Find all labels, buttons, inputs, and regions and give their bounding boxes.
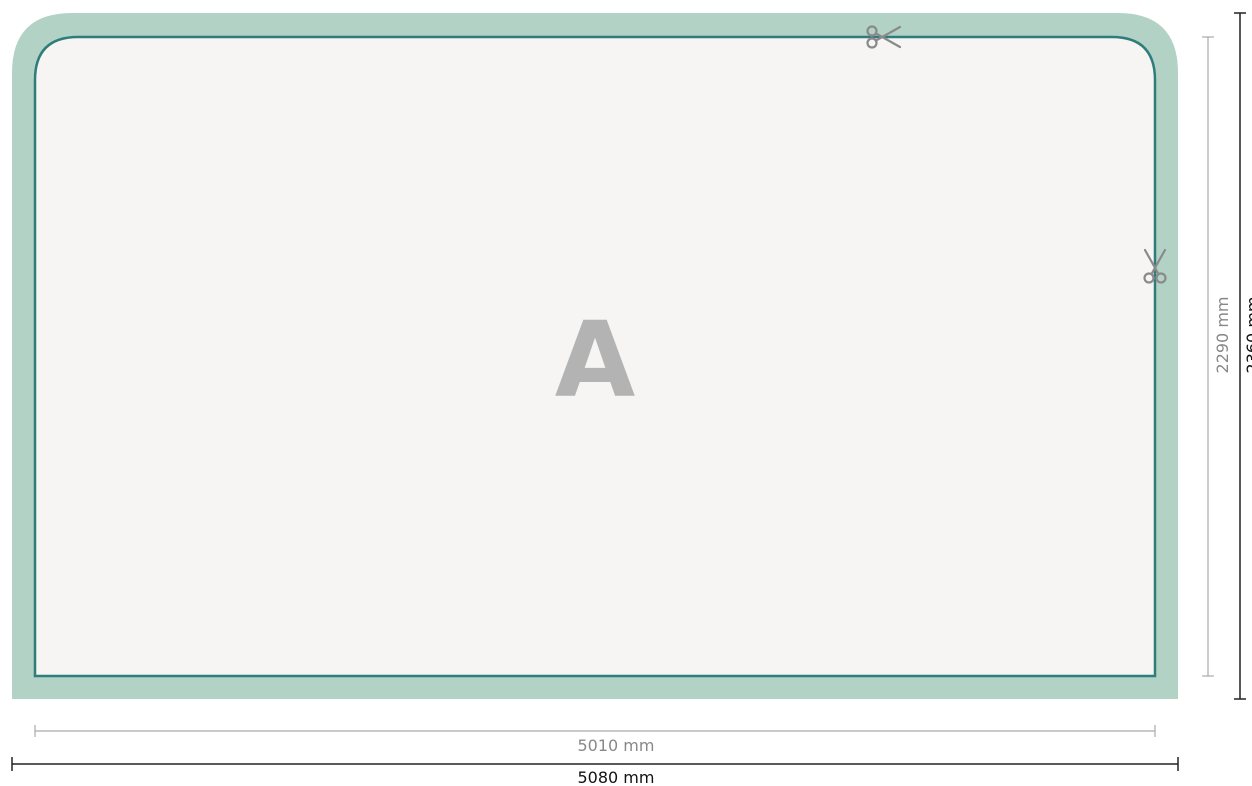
- outer-width-label: 5080 mm: [578, 768, 655, 786]
- outer-height-dimension: 2360 mm: [1234, 12, 1252, 700]
- inner-height-dimension: 2290 mm: [1202, 36, 1232, 677]
- outer-height-label: 2360 mm: [1243, 297, 1252, 374]
- outer-width-dimension: 5080 mm: [11, 757, 1179, 786]
- print-template-diagram: A 5010 mm 5080 mm 2290 mm 2360 mm: [11, 12, 1252, 786]
- inner-width-label: 5010 mm: [578, 736, 655, 755]
- panel-letter: A: [555, 299, 636, 421]
- inner-height-label: 2290 mm: [1213, 297, 1232, 374]
- inner-width-dimension: 5010 mm: [34, 725, 1156, 755]
